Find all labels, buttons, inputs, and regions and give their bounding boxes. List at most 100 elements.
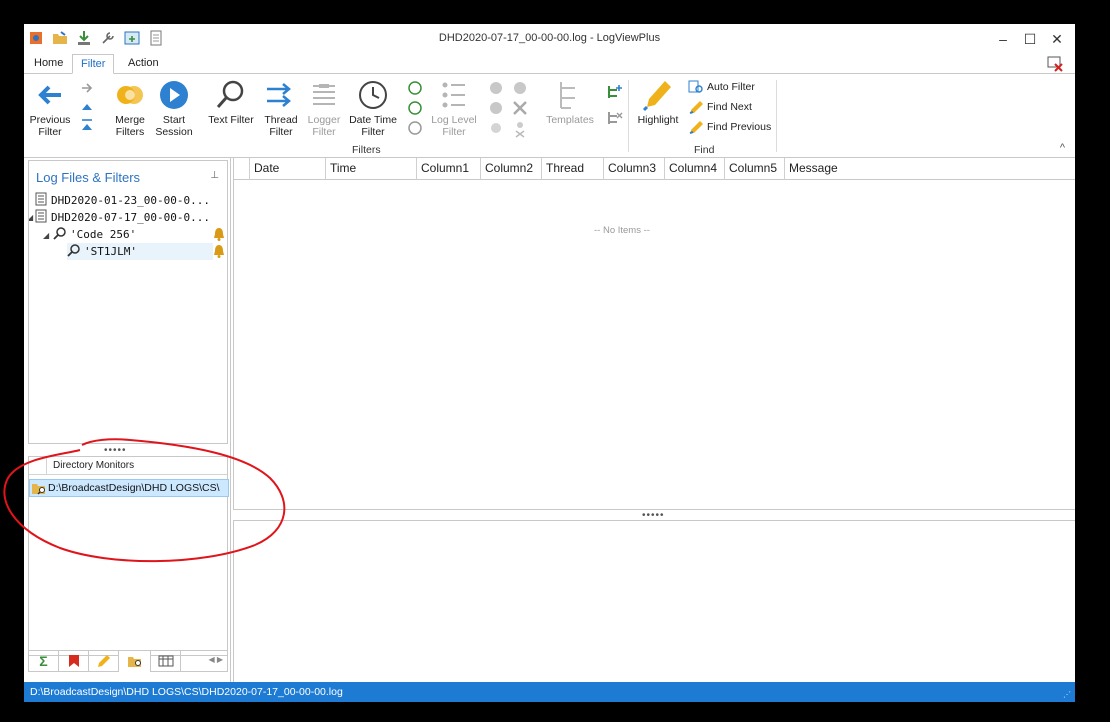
directory-monitors-panel: Directory Monitors D:\BroadcastDesign\DH… [28,456,229,656]
highlight-button[interactable]: Highlight [634,78,682,126]
log-level-filter-label: Log Level Filter [431,114,477,138]
filter-nav-arrows [80,80,94,140]
previous-filter-button[interactable]: Previous Filter [28,78,72,138]
level-toggle-cluster[interactable] [486,80,532,140]
directory-monitors-title: Directory Monitors [53,460,135,471]
search-icon [216,80,244,108]
log-files-title: Log Files & Filters [36,170,141,185]
collapse-ribbon-button[interactable]: ^ [1060,142,1065,154]
text-filter-button[interactable]: Text Filter [206,78,256,126]
tab-directory-monitors[interactable] [119,651,151,672]
find-previous-button[interactable]: Find Previous [688,118,771,136]
tree-item-filter[interactable]: 'Code 256' [53,226,136,243]
column-header-message[interactable]: Message [785,158,1075,180]
directory-monitor-path: D:\BroadcastDesign\DHD LOGS\CS\ [48,482,220,494]
column-header-thread[interactable]: Thread [542,158,604,180]
thread-filter-button[interactable]: Thread Filter [260,78,302,138]
column-header-column1[interactable]: Column1 [417,158,481,180]
column-header-column2[interactable]: Column2 [481,158,542,180]
find-previous-label: Find Previous [707,121,772,133]
tab-summary[interactable]: Σ [29,651,59,672]
minimize-button[interactable]: – [990,28,1016,50]
tab-scroll-arrows[interactable]: ◀ ▶ [208,655,223,664]
nav-arrows-icon [82,83,93,130]
ribbon-separator [776,80,777,152]
templates-button[interactable]: Templates [542,78,598,126]
bookmark-icon [68,655,79,667]
thread-filter-label: Thread Filter [264,114,298,138]
filters-group-label: Filters [352,144,381,156]
collapse-triangle-icon[interactable]: ◢ [43,231,49,240]
column-header-date[interactable]: Date [250,158,326,180]
column-header-column5[interactable]: Column5 [725,158,785,180]
time-range-stack [406,80,424,142]
column-header-column4[interactable]: Column4 [665,158,725,180]
panel-splitter[interactable]: ••••• [104,445,127,456]
merge-filters-label: Merge Filters [115,114,145,138]
window-title: DHD2020-07-17_00-00-00.log - LogViewPlus [438,32,661,44]
merge-circles-icon [117,86,143,104]
date-time-filter-button[interactable]: Date Time Filter [346,78,400,138]
logger-icon [313,84,335,105]
find-next-label: Find Next [707,101,752,113]
tree-item-log-file[interactable]: DHD2020-01-23_00-00-0... [35,192,210,209]
logger-filter-button[interactable]: Logger Filter [304,78,344,138]
grid-header: Date Time Column1 Column2 Thread Column3… [234,158,1075,180]
highlighter-icon [642,81,671,112]
tree-item-label: 'ST1JLM' [84,245,137,258]
tab-action[interactable]: Action [120,54,167,74]
merge-filters-button[interactable]: Merge Filters [108,78,152,138]
maximize-button[interactable]: ☐ [1017,28,1043,50]
close-button[interactable]: ✕ [1044,28,1070,50]
search-icon [67,244,80,257]
status-file-path: D:\BroadcastDesign\DHD LOGS\CS\DHD2020-0… [30,686,343,698]
sigma-icon: Σ [39,653,48,669]
auto-filter-button[interactable]: Auto Filter [688,78,755,96]
tab-bookmarks[interactable] [59,651,89,672]
templates-label: Templates [546,114,594,126]
pin-icon[interactable]: ⊥ [210,170,219,181]
tab-columns[interactable] [151,651,181,672]
message-detail-pane [233,520,1075,682]
tree-item-log-file[interactable]: DHD2020-07-17_00-00-0... [35,209,210,226]
template-actions-icon [608,85,623,124]
app-window: DHD2020-07-17_00-00-00.log - LogViewPlus… [24,24,1075,702]
close-document-icon[interactable] [1047,56,1063,72]
log-entries-grid: Date Time Column1 Column2 Thread Column3… [233,158,1075,510]
tree-item-filter[interactable]: 'ST1JLM' [67,243,213,260]
title-bar: DHD2020-07-17_00-00-00.log - LogViewPlus… [24,24,1075,54]
folder-search-icon [127,657,141,667]
tab-highlights[interactable] [89,651,119,672]
play-icon [160,81,188,109]
tab-filter[interactable]: Filter [72,54,115,74]
thread-arrows-icon [267,83,291,107]
tree-item-label: 'Code 256' [70,228,137,241]
logger-filter-label: Logger Filter [307,114,341,138]
auto-filter-label: Auto Filter [707,81,755,93]
directory-monitor-row[interactable]: D:\BroadcastDesign\DHD LOGS\CS\ [29,479,229,497]
tab-home[interactable]: Home [26,54,71,74]
left-panel-tabs: Σ ◀ ▶ [28,650,228,672]
find-previous-icon [689,121,703,135]
templates-icon [560,82,575,109]
left-pane: Log Files & Filters ⊥ DHD2020-01-23_00-0… [24,158,231,682]
date-time-filter-label: Date Time Filter [349,114,397,138]
find-next-button[interactable]: Find Next [688,98,752,116]
log-files-header: Log Files & Filters ⊥ [28,160,228,188]
column-header-column3[interactable]: Column3 [604,158,665,180]
tree-item-label: DHD2020-01-23_00-00-0... [51,194,210,207]
column-header-time[interactable]: Time [326,158,417,180]
log-level-filter-button[interactable]: Log Level Filter [428,78,480,138]
start-session-button[interactable]: Start Session [152,78,196,138]
file-icon [35,192,47,206]
previous-filter-label: Previous Filter [29,114,71,138]
resize-grip-icon[interactable]: ⋰ [1063,690,1071,699]
log-files-tree: DHD2020-01-23_00-00-0... ◢ DHD2020-07-17… [28,188,228,444]
columns-icon [158,655,173,667]
directory-monitors-header: Directory Monitors [29,457,227,475]
search-icon [53,227,66,240]
auto-filter-icon [688,80,703,93]
file-icon [35,209,47,223]
bell-icon [214,245,224,258]
collapse-triangle-icon[interactable]: ◢ [29,213,33,222]
